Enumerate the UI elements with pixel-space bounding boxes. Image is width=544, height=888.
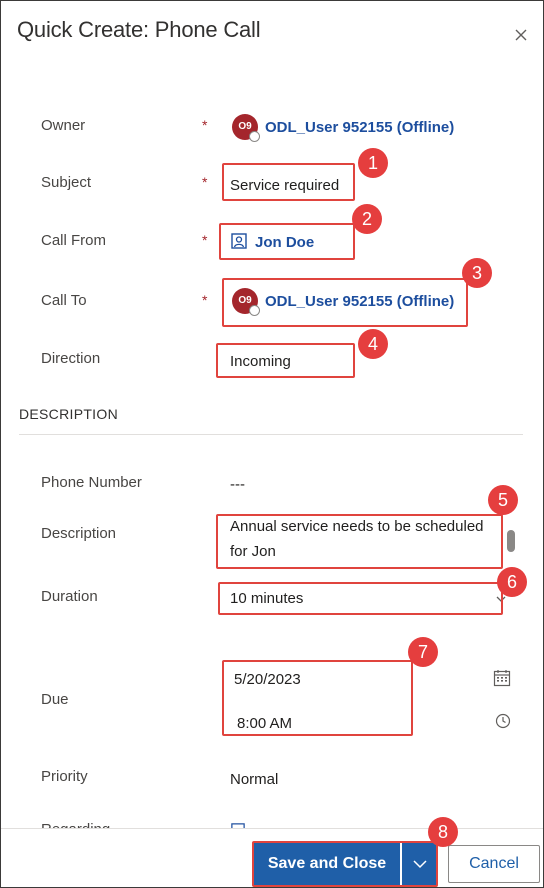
callout-badge-3: 3 <box>462 258 492 288</box>
section-divider <box>19 434 523 435</box>
phone-number-label: Phone Number <box>41 474 142 491</box>
owner-required-marker: * <box>202 117 208 133</box>
owner-avatar: O9 <box>232 114 260 142</box>
description-label: Description <box>41 525 117 542</box>
save-highlight-box <box>252 841 438 887</box>
callout-badge-2: 2 <box>352 204 382 234</box>
callout-badge-7: 7 <box>408 637 438 667</box>
owner-link[interactable]: ODL_User 952155 (Offline) <box>265 119 454 136</box>
owner-avatar-initials: O9 <box>238 121 252 132</box>
calendar-icon[interactable] <box>493 669 511 687</box>
call-from-highlight-box <box>219 223 355 260</box>
description-scrollbar[interactable] <box>507 530 515 552</box>
call-from-label: Call From <box>41 232 107 249</box>
direction-highlight-box <box>216 343 355 378</box>
subject-label: Subject <box>41 174 92 191</box>
due-label: Due <box>41 691 69 708</box>
due-highlight-box <box>222 660 413 736</box>
dialog-title: Quick Create: Phone Call <box>17 17 261 42</box>
priority-label: Priority <box>41 768 88 785</box>
subject-required-marker: * <box>202 174 208 190</box>
owner-label: Owner <box>41 117 86 134</box>
close-button[interactable] <box>509 23 533 47</box>
callout-badge-1: 1 <box>358 148 388 178</box>
callout-badge-5: 5 <box>488 485 518 515</box>
close-icon <box>515 29 527 41</box>
callout-badge-4: 4 <box>358 329 388 359</box>
call-to-required-marker: * <box>202 292 208 308</box>
clock-icon[interactable] <box>495 713 511 729</box>
duration-label: Duration <box>41 588 98 605</box>
offline-status-icon <box>249 131 260 142</box>
priority-select[interactable]: Normal <box>230 771 278 788</box>
duration-highlight-box <box>218 582 503 615</box>
callout-badge-6: 6 <box>497 567 527 597</box>
call-to-label: Call To <box>41 292 87 309</box>
callout-badge-8: 8 <box>428 817 458 847</box>
phone-number-input[interactable]: --- <box>230 476 245 493</box>
call-from-required-marker: * <box>202 232 208 248</box>
description-highlight-box <box>216 514 503 569</box>
call-to-highlight-box <box>222 278 468 327</box>
description-section-title: DESCRIPTION <box>19 406 118 422</box>
direction-label: Direction <box>41 350 101 367</box>
quick-create-dialog: Quick Create: Phone Call Owner * O9 ODL_… <box>0 0 544 888</box>
subject-highlight-box <box>222 163 355 201</box>
cancel-button[interactable]: Cancel <box>448 845 540 883</box>
